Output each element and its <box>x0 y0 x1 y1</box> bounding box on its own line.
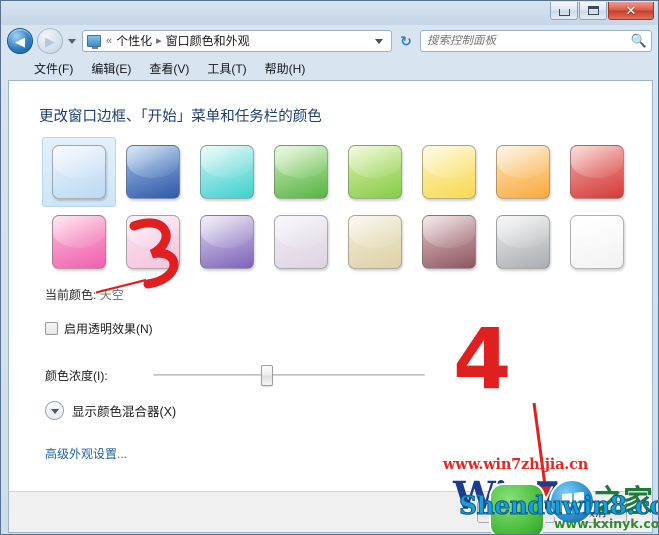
color-swatch-10[interactable] <box>116 207 190 277</box>
maximize-button[interactable] <box>579 2 607 20</box>
swatch-fill <box>52 215 106 269</box>
history-dropdown-button[interactable] <box>68 38 76 44</box>
swatch-fill <box>274 145 328 199</box>
monitor-icon <box>87 35 101 49</box>
personalization-window: ✕ ◀ ▶ « 个性化 ▸ 窗口颜色和外观 ↻ 🔍 文件(F) <box>0 0 659 535</box>
menu-file[interactable]: 文件(F) <box>25 58 82 79</box>
color-swatch-14[interactable] <box>412 207 486 277</box>
color-swatch-16[interactable] <box>560 207 634 277</box>
color-swatch-13[interactable] <box>338 207 412 277</box>
color-swatch-15[interactable] <box>486 207 560 277</box>
menu-edit[interactable]: 编辑(E) <box>82 58 140 79</box>
swatch-fill <box>496 145 550 199</box>
swatch-fill <box>52 145 106 199</box>
current-color-label: 当前颜色: <box>45 288 97 302</box>
swatch-fill <box>570 145 624 199</box>
address-bar[interactable]: « 个性化 ▸ 窗口颜色和外观 <box>82 30 392 52</box>
slider-rail <box>153 374 425 376</box>
swatch-fill <box>126 215 180 269</box>
swatch-fill <box>422 145 476 199</box>
forward-button[interactable]: ▶ <box>37 28 63 54</box>
menu-help[interactable]: 帮助(H) <box>256 58 315 79</box>
swatch-fill <box>496 215 550 269</box>
color-swatch-6[interactable] <box>412 137 486 207</box>
close-button[interactable]: ✕ <box>608 2 654 20</box>
search-box[interactable]: 🔍 <box>420 30 652 52</box>
color-mixer-expander[interactable]: 显示颜色混合器(X) <box>45 401 176 420</box>
windows-flag-icon <box>562 491 584 515</box>
forward-arrow-icon: ▶ <box>45 33 55 49</box>
swatch-fill <box>570 215 624 269</box>
back-button[interactable]: ◀ <box>7 28 33 54</box>
minimize-icon <box>558 8 570 16</box>
swatch-fill <box>126 145 180 199</box>
maximize-icon <box>587 6 599 15</box>
chevron-down-icon[interactable] <box>45 401 64 420</box>
breadcrumb-separator-icon[interactable]: ▸ <box>155 31 163 51</box>
color-swatch-5[interactable] <box>338 137 412 207</box>
swatch-fill <box>348 145 402 199</box>
transparency-label: 启用透明效果(N) <box>64 322 153 336</box>
color-swatch-grid <box>42 137 634 277</box>
transparency-checkbox[interactable] <box>45 322 58 335</box>
intensity-label: 颜色浓度(I): <box>45 368 108 383</box>
breadcrumb-item-personalization[interactable]: 个性化 <box>113 31 155 51</box>
advanced-appearance-link[interactable]: 高级外观设置... <box>45 445 127 462</box>
content-pane: 更改窗口边框、「开始」菜单和任务栏的颜色 当前颜色: 天空 启用透明效果(N) … <box>8 80 653 491</box>
swatch-fill <box>422 215 476 269</box>
refresh-icon: ↻ <box>400 32 412 49</box>
current-color-value: 天空 <box>99 288 124 302</box>
color-swatch-3[interactable] <box>190 137 264 207</box>
intensity-slider-track[interactable] <box>153 365 425 386</box>
menu-bar: 文件(F) 编辑(E) 查看(V) 工具(T) 帮助(H) <box>1 57 658 79</box>
intensity-slider-thumb[interactable] <box>261 365 274 386</box>
search-icon: 🔍 <box>630 33 647 48</box>
swatch-fill <box>200 145 254 199</box>
navigation-bar: ◀ ▶ « 个性化 ▸ 窗口颜色和外观 ↻ 🔍 <box>1 25 658 57</box>
refresh-button[interactable]: ↻ <box>396 31 416 51</box>
color-swatch-8[interactable] <box>560 137 634 207</box>
close-icon: ✕ <box>625 3 637 18</box>
search-input[interactable] <box>427 35 631 47</box>
watermark-windows-logo-circle <box>549 479 595 525</box>
back-arrow-icon: ◀ <box>15 33 25 49</box>
window-controls: ✕ <box>550 2 654 20</box>
color-swatch-2[interactable] <box>116 137 190 207</box>
intensity-slider-row: 颜色浓度(I): <box>45 361 425 389</box>
swatch-fill <box>274 215 328 269</box>
color-swatch-7[interactable] <box>486 137 560 207</box>
swatch-fill <box>348 215 402 269</box>
title-bar: ✕ <box>1 1 658 25</box>
chevron-glyph <box>50 408 59 414</box>
color-swatch-11[interactable] <box>190 207 264 277</box>
color-swatch-12[interactable] <box>264 207 338 277</box>
color-swatch-4[interactable] <box>264 137 338 207</box>
menu-view[interactable]: 查看(V) <box>140 58 198 79</box>
color-swatch-9[interactable] <box>42 207 116 277</box>
color-mixer-label: 显示颜色混合器(X) <box>72 405 177 419</box>
breadcrumb-overflow[interactable]: « <box>105 31 113 51</box>
page-title: 更改窗口边框、「开始」菜单和任务栏的颜色 <box>39 109 322 125</box>
breadcrumb-item-window-color[interactable]: 窗口颜色和外观 <box>163 31 253 51</box>
address-dropdown-icon[interactable] <box>375 38 383 44</box>
menu-tools[interactable]: 工具(T) <box>198 58 255 79</box>
color-swatch-1[interactable] <box>42 137 116 207</box>
minimize-button[interactable] <box>550 2 578 20</box>
transparency-checkbox-row[interactable]: 启用透明效果(N) <box>45 320 153 337</box>
swatch-fill <box>200 215 254 269</box>
watermark-green-logo <box>489 483 545 534</box>
current-color-display: 当前颜色: 天空 <box>45 286 124 303</box>
